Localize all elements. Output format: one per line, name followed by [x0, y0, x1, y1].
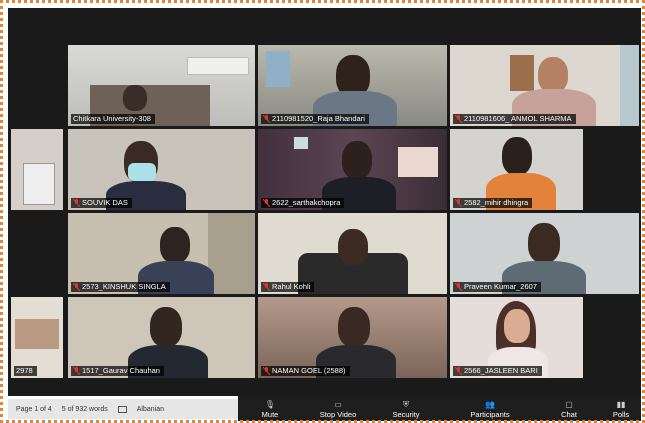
participant-name-text: Praveen Kumar_2607: [464, 282, 537, 291]
participant-name-text: 2978: [16, 366, 33, 375]
video-feed: [11, 129, 63, 210]
security-label: Security: [392, 410, 420, 419]
muted-mic-icon: [73, 199, 80, 207]
participant-name-text: Rahul Kohli: [272, 282, 311, 291]
video-tile[interactable]: 2566_JASLEEN BARI: [450, 297, 583, 378]
security-button[interactable]: ⛨ Security: [384, 396, 428, 421]
participant-name: 2566_JASLEEN BARI: [453, 366, 542, 376]
stop-video-label: Stop Video: [319, 410, 357, 419]
video-tile[interactable]: 2622_sarthakchopra: [258, 129, 447, 210]
participant-name-text: 1517_Gaurav Chauhan: [82, 366, 160, 375]
participant-name-text: Chitkara University-308: [73, 114, 151, 123]
proofing-icon[interactable]: [117, 405, 127, 413]
stop-video-button[interactable]: ▭ Stop Video: [310, 396, 366, 421]
polls-button[interactable]: ▮▮ Polls: [606, 396, 636, 421]
chat-icon: ▢: [565, 400, 573, 409]
page-count[interactable]: Page 1 of 4: [16, 406, 52, 413]
participant-name: 2978: [14, 366, 37, 376]
muted-mic-icon: [263, 199, 270, 207]
video-tile[interactable]: NAMAN GOEL (2588): [258, 297, 447, 378]
video-tile[interactable]: [11, 129, 63, 210]
participant-name: 2573_KINSHUK SINGLA: [71, 282, 170, 292]
participants-label: Participants: [470, 410, 510, 419]
participant-name-text: 2110981606_ ANMOL SHARMA: [464, 114, 572, 123]
mute-label: Mute: [261, 410, 279, 419]
participant-name: 2622_sarthakchopra: [261, 198, 345, 208]
video-tile[interactable]: 2978: [11, 297, 63, 378]
mute-button[interactable]: 🎙 Mute: [252, 396, 288, 421]
zoom-gallery-window: Chitkara University-308 2110981520_Raja …: [8, 8, 641, 396]
participant-name-text: 2573_KINSHUK SINGLA: [82, 282, 166, 291]
word-status-bar: Page 1 of 4 5 of 932 words Albanian: [8, 399, 238, 419]
chat-label: Chat: [561, 410, 577, 419]
shield-icon: ⛨: [403, 400, 409, 409]
participant-name-text: NAMAN GOEL (2588): [272, 366, 346, 375]
video-tile[interactable]: 2110981606_ ANMOL SHARMA: [450, 45, 639, 126]
meeting-controls-bar: 🎙 Mute ▭ Stop Video ⛨ Security 👥 Partici…: [238, 396, 641, 421]
participant-name-text: 2566_JASLEEN BARI: [464, 366, 538, 375]
word-count[interactable]: 5 of 932 words: [62, 406, 108, 413]
video-tile[interactable]: Praveen Kumar_2607: [450, 213, 639, 294]
muted-mic-icon: [73, 367, 80, 375]
participant-name-text: 2622_sarthakchopra: [272, 198, 341, 207]
video-tile[interactable]: Rahul Kohli: [258, 213, 447, 294]
participant-name: Rahul Kohli: [261, 282, 315, 292]
muted-mic-icon: [455, 199, 462, 207]
language[interactable]: Albanian: [137, 406, 164, 413]
participant-name: Chitkara University-308: [71, 114, 155, 124]
video-tile[interactable]: 2573_KINSHUK SINGLA: [68, 213, 255, 294]
participant-name-text: 2110981520_Raja Bhandari: [272, 114, 365, 123]
muted-mic-icon: [455, 367, 462, 375]
participant-name-text: 2582_mihir dhingra: [464, 198, 529, 207]
video-tile[interactable]: 1517_Gaurav Chauhan: [68, 297, 255, 378]
participant-name: Praveen Kumar_2607: [453, 282, 541, 292]
muted-mic-icon: [455, 283, 462, 291]
muted-mic-icon: [263, 367, 270, 375]
participant-name: 2110981606_ ANMOL SHARMA: [453, 114, 576, 124]
participant-name: SOUVIK DAS: [71, 198, 132, 208]
muted-mic-icon: [73, 283, 80, 291]
microphone-icon: 🎙: [264, 400, 276, 409]
video-tile[interactable]: Chitkara University-308: [68, 45, 255, 126]
video-tile[interactable]: SOUVIK DAS: [68, 129, 255, 210]
participants-icon: 👥: [485, 400, 495, 409]
muted-mic-icon: [263, 115, 270, 123]
participant-name: 2582_mihir dhingra: [453, 198, 533, 208]
video-tile[interactable]: 2582_mihir dhingra: [450, 129, 583, 210]
participant-name: NAMAN GOEL (2588): [261, 366, 350, 376]
participant-name-text: SOUVIK DAS: [82, 198, 128, 207]
video-tile-active-speaker[interactable]: 2110981520_Raja Bhandari: [258, 45, 447, 126]
video-camera-icon: ▭: [334, 400, 342, 409]
participants-button[interactable]: 👥 Participants: [460, 396, 520, 421]
participant-name: 1517_Gaurav Chauhan: [71, 366, 164, 376]
polls-label: Polls: [612, 410, 630, 419]
participant-name: 2110981520_Raja Bhandari: [261, 114, 369, 124]
polls-icon: ▮▮: [616, 400, 626, 409]
muted-mic-icon: [263, 283, 270, 291]
chat-button[interactable]: ▢ Chat: [554, 396, 584, 421]
muted-mic-icon: [455, 115, 462, 123]
